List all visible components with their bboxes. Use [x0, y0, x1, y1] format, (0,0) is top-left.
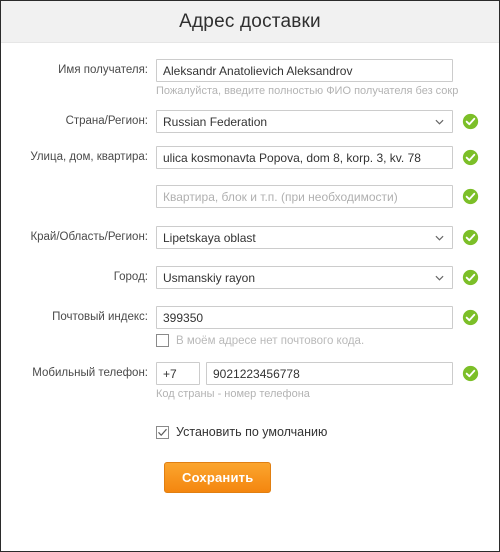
- recipient-name-input[interactable]: [156, 59, 453, 82]
- dialog-header: Адрес доставки: [1, 1, 499, 43]
- check-circle-icon: [462, 269, 479, 286]
- address-form: Имя получателя: Пожалуйста, введите полн…: [1, 43, 499, 493]
- country-select[interactable]: Russian Federation: [156, 110, 453, 133]
- street-status-slot: [453, 146, 493, 166]
- check-circle-icon: [462, 149, 479, 166]
- city-select[interactable]: Usmanskiy rayon: [156, 266, 453, 289]
- region-select[interactable]: Lipetskaya oblast: [156, 226, 453, 249]
- form-row-postal: Почтовый индекс: В моём адресе нет почто…: [1, 306, 499, 347]
- form-actions: Сохранить: [1, 462, 499, 493]
- postal-label: Почтовый индекс:: [52, 311, 148, 323]
- form-row-apartment: [1, 185, 499, 208]
- region-label: Край/Область/Регион:: [30, 231, 148, 243]
- form-row-street: Улица, дом, квартира:: [1, 146, 499, 169]
- apartment-input[interactable]: [156, 185, 453, 208]
- phone-country-code-wrap: [156, 362, 200, 385]
- region-status-slot: [453, 226, 493, 246]
- city-select-value: Usmanskiy rayon: [163, 270, 256, 285]
- form-row-set-default: Установить по умолчанию: [1, 420, 499, 439]
- chevron-down-icon: [435, 275, 444, 281]
- form-row-city: Город: Usmanskiy rayon: [1, 266, 499, 289]
- phone-status-slot: [453, 362, 493, 382]
- city-status-slot: [453, 266, 493, 286]
- shipping-address-dialog: Адрес доставки Имя получателя: Пожалуйст…: [0, 0, 500, 552]
- region-select-value: Lipetskaya oblast: [163, 230, 256, 245]
- postal-field-group: В моём адресе нет почтового кода.: [156, 306, 453, 347]
- set-default-status-slot: [453, 420, 493, 423]
- country-label: Страна/Регион:: [65, 115, 148, 127]
- set-default-group: Установить по умолчанию: [156, 420, 453, 439]
- form-row-region: Край/Область/Регион: Lipetskaya oblast: [1, 226, 499, 249]
- phone-hint: Код страны - номер телефона: [156, 388, 310, 400]
- recipient-hint: Пожалуйста, введите полностью ФИО получа…: [156, 85, 459, 97]
- check-circle-icon: [462, 188, 479, 205]
- recipient-status-slot: [453, 59, 493, 62]
- save-button[interactable]: Сохранить: [164, 462, 272, 493]
- postal-status-slot: [453, 306, 493, 326]
- form-row-phone: Мобильный телефон: Код страны - номер те…: [1, 362, 499, 400]
- set-default-checkbox[interactable]: [156, 425, 169, 439]
- apartment-status-slot: [453, 185, 493, 205]
- city-label: Город:: [113, 271, 148, 283]
- recipient-field-group: Пожалуйста, введите полностью ФИО получа…: [156, 59, 458, 97]
- street-address-input[interactable]: [156, 146, 453, 169]
- no-postal-code-row[interactable]: В моём адресе нет почтового кода.: [156, 334, 453, 347]
- phone-number-input[interactable]: [206, 362, 453, 385]
- postal-code-input[interactable]: [156, 306, 453, 329]
- country-field-group: Russian Federation: [156, 110, 453, 133]
- phone-field-group: Код страны - номер телефона: [156, 362, 453, 400]
- set-default-row[interactable]: Установить по умолчанию: [156, 425, 453, 439]
- set-default-label: Установить по умолчанию: [176, 425, 328, 439]
- no-postal-code-checkbox[interactable]: [156, 334, 169, 347]
- checkmark-icon: [158, 428, 167, 436]
- street-label: Улица, дом, квартира:: [30, 151, 148, 163]
- no-postal-code-label: В моём адресе нет почтового кода.: [176, 334, 365, 347]
- phone-inputs: [156, 362, 453, 385]
- chevron-down-icon: [435, 119, 444, 125]
- phone-label: Мобильный телефон:: [32, 367, 148, 379]
- form-row-country: Страна/Регион: Russian Federation: [1, 110, 499, 133]
- apartment-label-spacer: [1, 185, 156, 190]
- country-status-slot: [453, 110, 493, 130]
- check-circle-icon: [462, 365, 479, 382]
- check-circle-icon: [462, 229, 479, 246]
- phone-country-code-input[interactable]: [156, 362, 200, 385]
- recipient-label: Имя получателя:: [58, 64, 148, 76]
- form-row-recipient: Имя получателя: Пожалуйста, введите полн…: [1, 59, 499, 97]
- chevron-down-icon: [435, 235, 444, 241]
- apartment-field-group: [156, 185, 453, 208]
- check-circle-icon: [462, 113, 479, 130]
- city-field-group: Usmanskiy rayon: [156, 266, 453, 289]
- page-title: Адрес доставки: [179, 10, 321, 32]
- street-field-group: [156, 146, 453, 169]
- check-circle-icon: [462, 309, 479, 326]
- country-select-value: Russian Federation: [163, 114, 268, 129]
- set-default-label-spacer: [1, 420, 156, 425]
- phone-number-wrap: [206, 362, 453, 385]
- region-field-group: Lipetskaya oblast: [156, 226, 453, 249]
